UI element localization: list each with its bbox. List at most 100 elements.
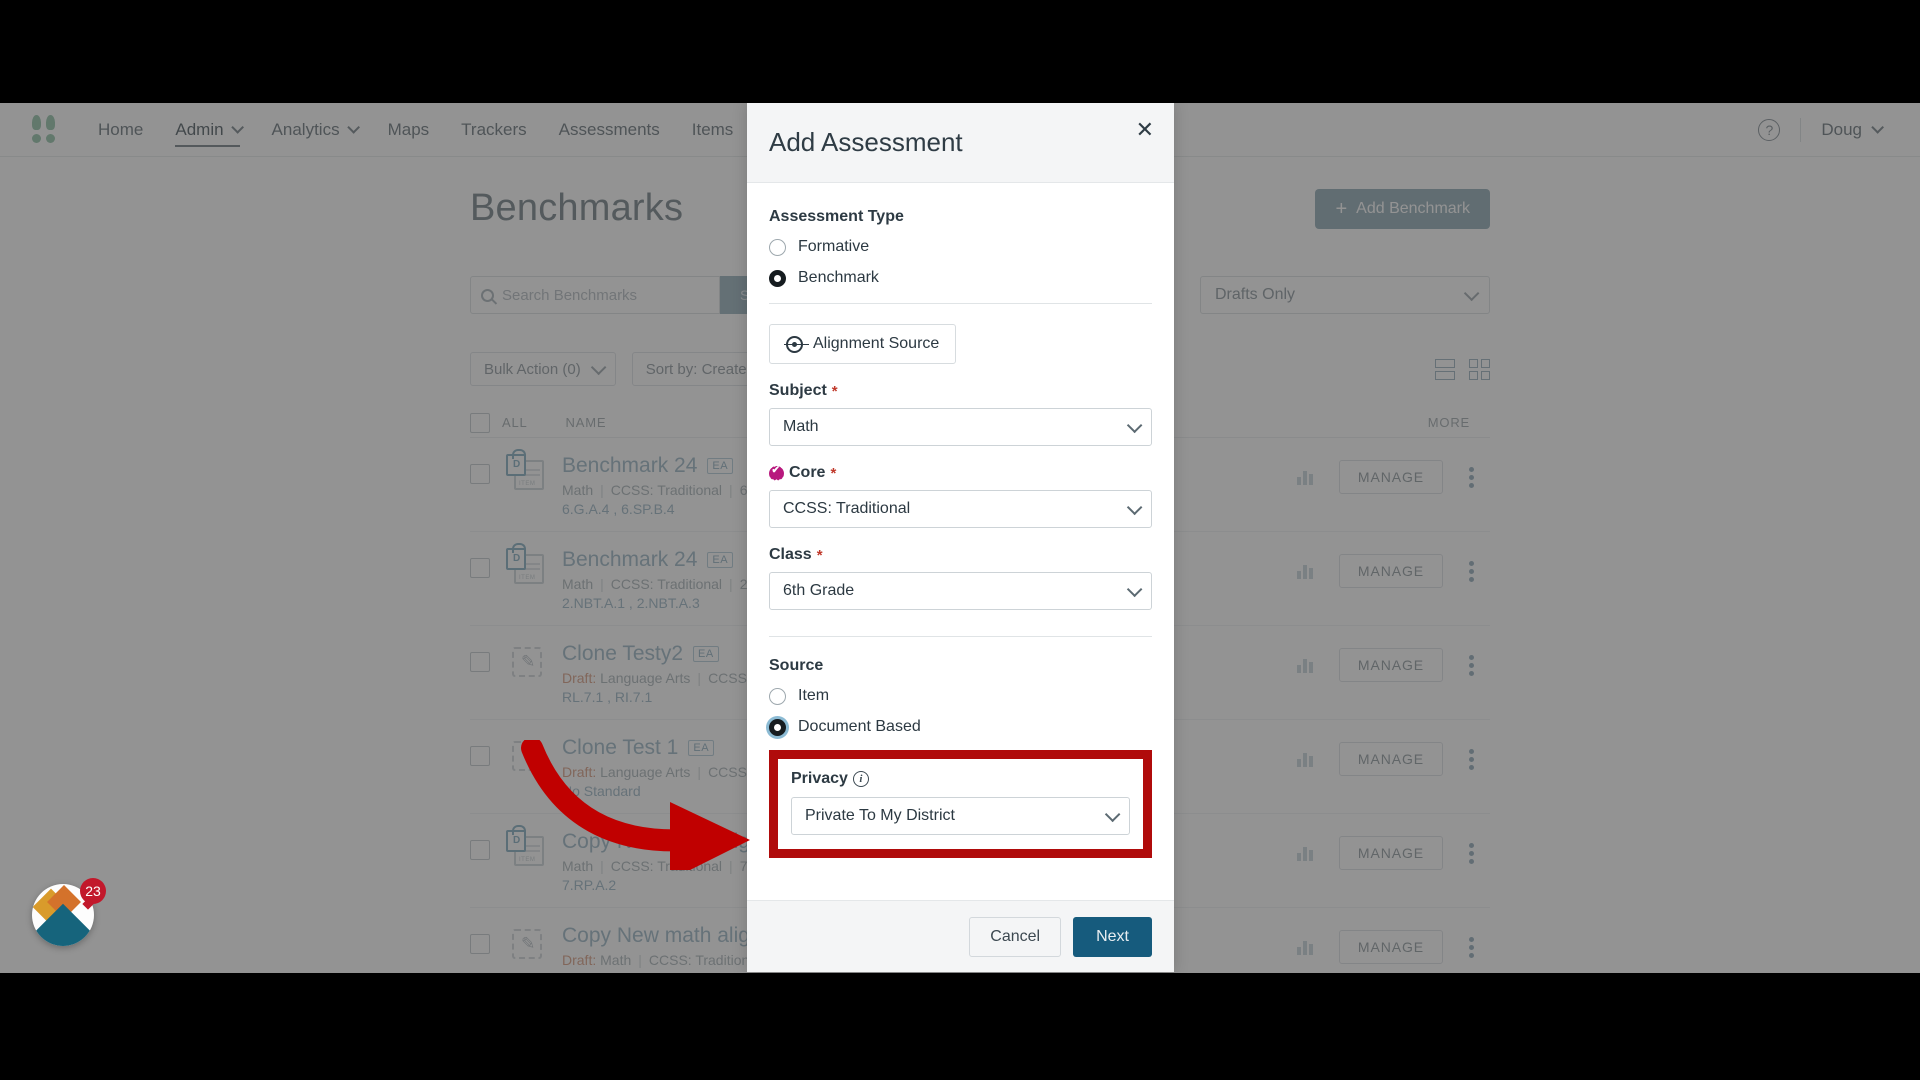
manage-button[interactable]: MANAGE (1338, 930, 1443, 964)
analytics-bar-icon[interactable] (1296, 939, 1313, 955)
draft-edit-icon (512, 741, 542, 771)
nav-item-admin[interactable]: Admin (175, 103, 244, 157)
floating-help-widget[interactable]: 23 (32, 878, 106, 950)
row-type-icon (506, 449, 552, 496)
class-select[interactable]: 6th Grade (769, 572, 1152, 610)
nav-label: Admin (175, 119, 224, 139)
row-type-icon (506, 825, 552, 872)
radio-formative[interactable]: Formative (769, 238, 1152, 256)
ea-badge: EA (693, 646, 719, 662)
screenshot-stage: Home Admin Analytics Maps Trackers Asses… (0, 0, 1920, 1080)
modal-header: Add Assessment ✕ (747, 103, 1174, 183)
chevron-down-icon (590, 359, 607, 375)
manage-button[interactable]: MANAGE (1338, 460, 1443, 494)
manage-button[interactable]: MANAGE (1338, 836, 1443, 870)
more-options-icon[interactable] (1469, 936, 1474, 958)
subject-field: Subject * Math (769, 382, 1152, 446)
nav-item-trackers[interactable]: Trackers (461, 103, 527, 157)
more-options-icon[interactable] (1469, 748, 1474, 770)
modal-footer: Cancel Next (747, 900, 1174, 972)
chevron-down-icon (1104, 806, 1121, 822)
lock-icon (506, 449, 526, 476)
row-checkbox[interactable] (470, 558, 490, 578)
help-icon[interactable]: ? (1758, 118, 1781, 141)
close-icon[interactable]: ✕ (1136, 119, 1154, 141)
required-marker: * (816, 546, 823, 564)
bulk-action-dropdown[interactable]: Bulk Action (0) (470, 352, 616, 386)
more-options-icon[interactable] (1469, 842, 1474, 864)
search-input[interactable]: Search Benchmarks (470, 276, 720, 314)
row-subject: Math (562, 482, 594, 498)
widget-notification-badge: 23 (80, 878, 106, 904)
row-type-icon (506, 642, 552, 684)
ea-badge: EA (688, 740, 715, 756)
user-name: Doug (1821, 119, 1862, 139)
privacy-field-highlighted: Privacy i Private To My District (769, 750, 1152, 858)
required-marker: * (830, 464, 837, 482)
page-title: Benchmarks (470, 187, 684, 229)
select-all-checkbox[interactable] (470, 412, 490, 433)
row-actions: MANAGE (1296, 930, 1490, 964)
more-options-icon[interactable] (1469, 466, 1474, 488)
analytics-bar-icon[interactable] (1296, 751, 1313, 767)
subject-label: Subject * (769, 382, 1152, 400)
row-actions: MANAGE (1296, 554, 1490, 588)
user-menu[interactable]: Doug (1821, 119, 1884, 140)
analytics-bar-icon[interactable] (1296, 657, 1313, 673)
row-title-text: Benchmark 24 (562, 454, 698, 477)
target-icon (784, 335, 809, 353)
row-checkbox[interactable] (470, 934, 490, 954)
analytics-bar-icon[interactable] (1296, 845, 1313, 861)
subject-select[interactable]: Math (769, 408, 1152, 446)
core-select[interactable]: CCSS: Traditional (769, 490, 1152, 528)
search-placeholder: Search Benchmarks (502, 286, 638, 304)
core-value: CCSS: Traditional (783, 500, 911, 517)
manage-button[interactable]: MANAGE (1338, 648, 1443, 682)
row-checkbox[interactable] (470, 840, 490, 860)
analytics-bar-icon[interactable] (1296, 469, 1313, 485)
radio-benchmark[interactable]: Benchmark (769, 269, 1152, 287)
row-checkbox[interactable] (470, 464, 490, 484)
radio-item[interactable]: Item (769, 687, 1152, 705)
grid-view-icon[interactable] (1469, 358, 1490, 380)
column-all: ALL (502, 415, 528, 430)
verified-badge-icon (769, 465, 784, 481)
nav-item-items[interactable]: Items (692, 103, 734, 157)
list-view-icon[interactable] (1435, 358, 1455, 380)
app-logo-icon[interactable] (30, 114, 64, 145)
radio-icon-selected (769, 269, 786, 287)
chevron-down-icon (346, 121, 360, 134)
drafts-filter-select[interactable]: Drafts Only (1200, 276, 1490, 314)
divider (769, 303, 1152, 304)
alignment-source-button[interactable]: Alignment Source (769, 324, 957, 364)
row-subject: Language Arts (600, 670, 691, 686)
modal-title: Add Assessment (769, 127, 963, 157)
analytics-bar-icon[interactable] (1296, 563, 1313, 579)
cancel-button[interactable]: Cancel (969, 916, 1062, 957)
chevron-down-icon (1871, 121, 1884, 134)
privacy-select[interactable]: Private To My District (791, 797, 1130, 835)
more-options-icon[interactable] (1469, 560, 1474, 582)
row-checkbox[interactable] (470, 652, 490, 672)
more-options-icon[interactable] (1469, 654, 1474, 676)
ea-badge: EA (707, 458, 734, 474)
row-subject: Language Arts (600, 764, 691, 780)
drafts-filter-value: Drafts Only (1215, 286, 1296, 303)
nav-item-maps[interactable]: Maps (388, 103, 430, 157)
add-benchmark-button[interactable]: + Add Benchmark (1315, 188, 1490, 229)
draft-flag: Draft: (562, 764, 597, 780)
nav-item-home[interactable]: Home (98, 103, 143, 157)
row-checkbox[interactable] (470, 746, 490, 766)
radio-document-based[interactable]: Document Based (769, 718, 1152, 736)
plus-icon: + (1335, 197, 1348, 220)
info-icon[interactable]: i (852, 771, 869, 787)
radio-label: Document Based (798, 718, 921, 735)
nav-item-assessments[interactable]: Assessments (559, 103, 660, 157)
nav-right-cluster: ? Doug (1758, 117, 1890, 142)
next-button[interactable]: Next (1073, 916, 1152, 957)
manage-button[interactable]: MANAGE (1338, 742, 1443, 776)
nav-label: Items (691, 119, 734, 139)
manage-button[interactable]: MANAGE (1338, 554, 1443, 588)
radio-label: Item (798, 687, 830, 704)
nav-item-analytics[interactable]: Analytics (272, 103, 360, 157)
